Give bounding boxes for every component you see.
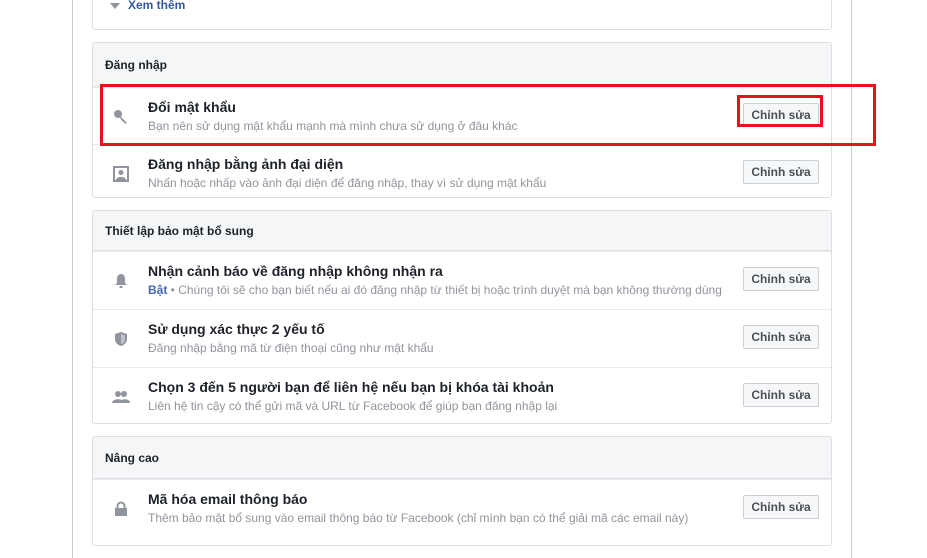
lock-icon — [112, 500, 130, 518]
row-title: Chọn 3 đến 5 người bạn để liên hệ nếu bạ… — [148, 379, 554, 395]
highlight-box-button — [737, 95, 823, 127]
profile-picture-icon — [112, 165, 130, 183]
row-title: Sử dụng xác thực 2 yếu tố — [148, 321, 325, 337]
triangle-down-icon — [110, 2, 120, 9]
edit-trusted-contacts-button[interactable]: Chỉnh sửa — [743, 383, 819, 407]
section-header: Đăng nhập — [93, 43, 831, 87]
status-on: Bật — [148, 283, 168, 297]
edit-profile-picture-login-button[interactable]: Chỉnh sửa — [743, 160, 819, 184]
bell-icon — [112, 272, 130, 290]
row-description: Đăng nhập bằng mã từ điện thoại cũng như… — [148, 341, 434, 355]
row-title: Đăng nhập bằng ảnh đại diện — [148, 156, 344, 172]
section-header: Nâng cao — [93, 437, 831, 479]
edit-encrypted-email-button[interactable]: Chỉnh sửa — [743, 495, 819, 519]
section-extra-security: Thiết lập bảo mật bổ sung Nhận cảnh báo … — [92, 210, 832, 424]
row-description: Nhấn hoặc nhấp vào ảnh đại diện để đăng … — [148, 176, 547, 190]
row-profile-picture-login: Đăng nhập bằng ảnh đại diện Nhấn hoặc nh… — [93, 144, 831, 197]
row-description: Thêm bảo mật bổ sung vào email thông báo… — [148, 511, 689, 525]
row-two-factor: Sử dụng xác thực 2 yếu tố Đăng nhập bằng… — [93, 309, 831, 367]
previous-panel — [92, 0, 832, 30]
edit-two-factor-button[interactable]: Chỉnh sửa — [743, 325, 819, 349]
row-encrypted-email: Mã hóa email thông báo Thêm bảo mật bổ s… — [93, 479, 831, 536]
see-more-link[interactable]: Xem thêm — [110, 0, 185, 12]
row-title: Mã hóa email thông báo — [148, 491, 308, 507]
row-login-alerts: Nhận cảnh báo về đăng nhập không nhận ra… — [93, 251, 831, 309]
shield-icon — [112, 330, 130, 348]
row-description: Bật • Chúng tôi sẽ cho bạn biết nếu ai đ… — [148, 283, 722, 297]
row-trusted-contacts: Chọn 3 đến 5 người bạn để liên hệ nếu bạ… — [93, 367, 831, 423]
row-title: Nhận cảnh báo về đăng nhập không nhận ra — [148, 263, 443, 279]
section-advanced: Nâng cao Mã hóa email thông báo Thêm bảo… — [92, 436, 832, 546]
section-header: Thiết lập bảo mật bổ sung — [93, 211, 831, 251]
edit-login-alerts-button[interactable]: Chỉnh sửa — [743, 267, 819, 291]
row-description: Liên hệ tin cậy có thể gửi mã và URL từ … — [148, 399, 558, 413]
friends-icon — [112, 388, 130, 406]
